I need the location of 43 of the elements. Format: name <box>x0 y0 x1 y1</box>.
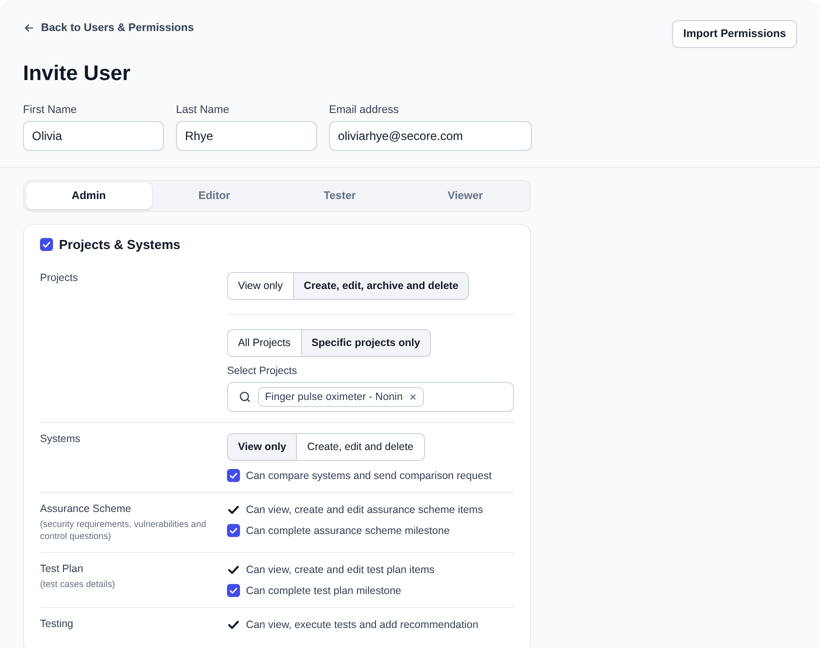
import-permissions-button[interactable]: Import Permissions <box>672 20 797 48</box>
field-label: Email address <box>329 104 400 116</box>
permission-label: Can complete test plan milestone <box>246 584 402 597</box>
checkbox[interactable] <box>227 584 240 598</box>
page-title: Invite User <box>23 62 132 86</box>
segment-option[interactable]: Create, edit, archive and delete <box>292 273 468 299</box>
project-search-field[interactable]: Finger pulse oximeter - Nonin <box>227 382 514 412</box>
checkbox[interactable] <box>227 524 240 537</box>
role-tab[interactable]: Editor <box>152 183 277 209</box>
permission-label: Can view, create and edit test plan items <box>246 564 435 576</box>
field-label: Select Projects <box>227 365 298 377</box>
arrow-left-icon <box>23 22 35 34</box>
text-field[interactable]: oliviarhye@secore.com <box>329 121 532 151</box>
permission-group-note: (test cases details) <box>40 578 116 590</box>
check-icon <box>227 503 240 516</box>
permission-group-label: Test Plan <box>40 563 84 576</box>
permission-group-label: Systems <box>40 433 82 445</box>
role-tab[interactable]: Viewer <box>402 183 528 209</box>
text-field[interactable]: Olivia <box>23 121 164 151</box>
search-icon <box>238 390 252 404</box>
section-title: Projects & Systems <box>59 237 180 252</box>
permission-label: Can view, create and edit assurance scheme items <box>246 504 483 516</box>
role-tab[interactable]: Admin <box>26 183 152 209</box>
permission-label: Can compare systems and send comparison request <box>246 470 492 482</box>
segment-option[interactable]: Create, edit and delete <box>296 434 424 460</box>
permission-group-label: Projects <box>40 272 79 284</box>
checkbox[interactable] <box>40 238 53 251</box>
permission-group-label: Testing <box>40 618 74 630</box>
field-label: First Name <box>23 104 78 116</box>
permission-label: Can view, execute tests and add recommendation <box>246 618 478 631</box>
permission-group-note: (security requirements, vulnerabilities and control questions) <box>40 518 208 542</box>
role-tab[interactable]: Tester <box>277 183 402 209</box>
check-icon <box>227 618 240 632</box>
field-label: Last Name <box>176 104 230 116</box>
tag-label: Finger pulse oximeter - Nonin <box>265 391 403 403</box>
text-field[interactable]: Rhye <box>176 121 317 151</box>
checkbox[interactable] <box>227 469 240 482</box>
segment-option[interactable]: View only <box>228 434 296 460</box>
permission-group-label: Assurance Scheme <box>40 503 132 515</box>
close-icon[interactable] <box>408 393 417 401</box>
check-icon <box>227 563 240 576</box>
permission-label: Can complete assurance scheme milestone <box>246 524 450 536</box>
segment-option[interactable]: Specific projects only <box>300 330 430 356</box>
